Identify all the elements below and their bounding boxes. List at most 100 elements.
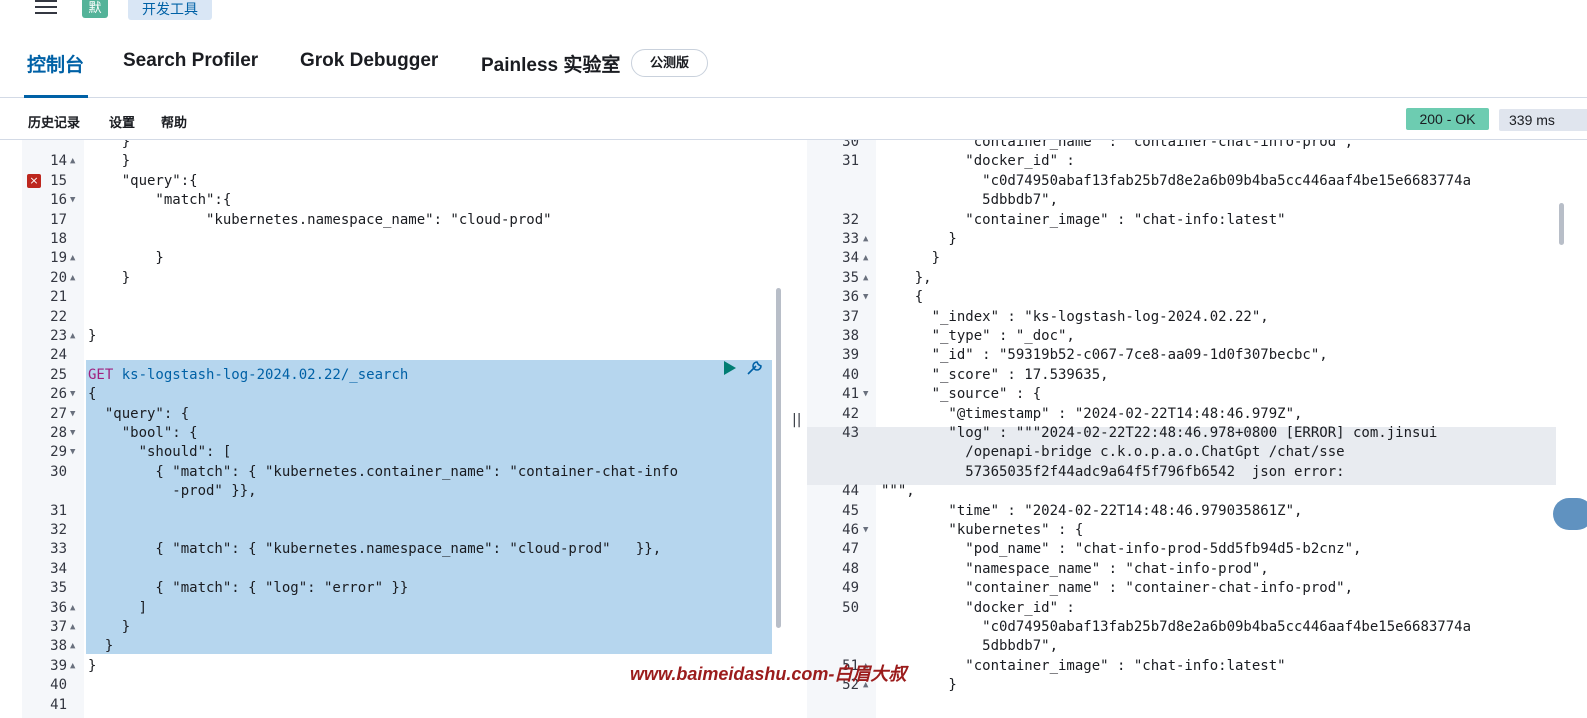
response-scrollbar[interactable] bbox=[1559, 203, 1564, 245]
line-number: 31 bbox=[842, 153, 859, 170]
space-avatar[interactable]: 默 bbox=[82, 0, 108, 18]
code-line: "query":{ bbox=[88, 172, 198, 189]
request-scrollbar[interactable] bbox=[776, 288, 781, 628]
response-viewer[interactable]: 30 "container_name" : "container-chat-in… bbox=[807, 140, 1587, 718]
tab-grok-debugger[interactable]: Grok Debugger bbox=[300, 50, 438, 72]
line-number: 38 bbox=[50, 638, 67, 655]
code-line: GET ks-logstash-log-2024.02.22/_search bbox=[88, 366, 408, 385]
code-line: "container_name" : "container-chat-info-… bbox=[881, 580, 1354, 597]
fold-toggle-icon[interactable]: ▲ bbox=[70, 599, 75, 618]
line-number: 31 bbox=[50, 502, 67, 519]
code-line: "time" : "2024-02-22T14:48:46.979035861Z… bbox=[881, 502, 1303, 519]
line-number: 14 bbox=[50, 153, 67, 170]
console-toolbar: 历史记录 设置 帮助 200 - OK 339 ms bbox=[0, 98, 1587, 140]
line-number bbox=[807, 463, 859, 482]
menu-icon[interactable] bbox=[35, 0, 57, 14]
fold-toggle-icon[interactable]: ▼ bbox=[70, 191, 75, 210]
fold-toggle-icon[interactable]: ▲ bbox=[863, 230, 868, 249]
code-line: } bbox=[88, 328, 97, 344]
line-number bbox=[807, 191, 859, 210]
code-line: } bbox=[88, 269, 131, 286]
help-button[interactable]: 帮助 bbox=[161, 112, 187, 131]
tab-search-profiler[interactable]: Search Profiler bbox=[123, 50, 258, 72]
http-method: GET bbox=[88, 366, 122, 383]
request-editor[interactable]: } 14 ▲ } 15 × "query":{16 ▼ "match":{17 "kube… bbox=[22, 140, 782, 718]
code-line: "_source" : { bbox=[881, 386, 1042, 403]
line-number: 17 bbox=[50, 211, 67, 228]
line-number: 39 bbox=[50, 657, 67, 674]
line-number bbox=[807, 443, 859, 462]
code-line: "c0d74950abaf13fab25b7d8e2a6b09b4ba5cc44… bbox=[881, 172, 1472, 189]
code-line: 5dbbdb7", bbox=[881, 192, 1059, 209]
line-number: 26 bbox=[50, 386, 67, 403]
code-line: "bool": { bbox=[88, 425, 198, 441]
line-number: 22 bbox=[50, 308, 67, 325]
fold-toggle-icon[interactable]: ▲ bbox=[863, 269, 868, 288]
code-line: /openapi-bridge c.k.o.p.a.o.ChatGpt /cha… bbox=[881, 444, 1345, 461]
line-number: 47 bbox=[842, 541, 859, 558]
line-number: 41 bbox=[50, 696, 67, 713]
wrench-icon[interactable] bbox=[745, 359, 765, 377]
fold-toggle-icon[interactable]: ▼ bbox=[863, 521, 868, 540]
watermark-text: www.baimeidashu.com-白眉大叔 bbox=[630, 664, 907, 684]
fold-toggle-icon[interactable]: ▲ bbox=[863, 249, 868, 268]
line-number: 35 bbox=[842, 269, 859, 286]
line-number: 33 bbox=[50, 541, 67, 558]
line-number: 23 bbox=[50, 328, 67, 344]
settings-button[interactable]: 设置 bbox=[109, 112, 135, 131]
code-line: } bbox=[88, 153, 131, 170]
code-line: } bbox=[881, 231, 957, 247]
top-header: 默 开发工具 bbox=[0, 0, 1587, 22]
error-icon[interactable]: × bbox=[27, 174, 41, 189]
code-line: "match":{ bbox=[88, 192, 232, 209]
fold-toggle-icon[interactable]: ▲ bbox=[70, 152, 75, 171]
fold-toggle-icon[interactable]: ▼ bbox=[70, 424, 75, 443]
code-line: "docker_id" : bbox=[881, 599, 1075, 616]
line-number bbox=[22, 482, 67, 501]
help-fab-button[interactable] bbox=[1553, 498, 1587, 530]
code-line: }, bbox=[881, 269, 932, 286]
line-number: 36 bbox=[842, 289, 859, 306]
line-number: 35 bbox=[50, 580, 67, 597]
line-number: 16 bbox=[50, 192, 67, 209]
code-line: "container_image" : "chat-info:latest" bbox=[881, 657, 1286, 674]
code-line: { bbox=[88, 386, 97, 403]
line-number: 39 bbox=[842, 347, 859, 364]
line-number bbox=[807, 172, 859, 191]
code-line: 57365035f2f44adc9a64f5f796fb6542 json er… bbox=[881, 463, 1345, 480]
fold-toggle-icon[interactable]: ▼ bbox=[70, 385, 75, 404]
code-line: } bbox=[88, 250, 164, 267]
line-number: 42 bbox=[842, 405, 859, 422]
code-line: "_score" : 17.539635, bbox=[881, 366, 1109, 383]
code-line: } bbox=[881, 250, 941, 267]
fold-toggle-icon[interactable]: ▼ bbox=[70, 405, 75, 424]
line-number bbox=[807, 637, 859, 656]
code-line: "namespace_name" : "chat-info-prod", bbox=[881, 560, 1269, 577]
code-line: { "match": { "log": "error" }} bbox=[88, 580, 409, 597]
line-number: 40 bbox=[842, 366, 859, 383]
line-number: 45 bbox=[842, 502, 859, 519]
pane-resize-handle[interactable]: || bbox=[792, 412, 801, 428]
fold-toggle-icon[interactable]: ▲ bbox=[70, 657, 75, 676]
fold-toggle-icon[interactable]: ▲ bbox=[70, 637, 75, 656]
code-line: "should": [ bbox=[88, 444, 232, 461]
code-line: "log" : """2024-02-22T22:48:46.978+0800 … bbox=[881, 425, 1438, 441]
line-number bbox=[22, 140, 67, 152]
fold-toggle-icon[interactable]: ▼ bbox=[70, 443, 75, 462]
fold-toggle-icon[interactable]: ▲ bbox=[70, 327, 75, 346]
line-number: 48 bbox=[842, 560, 859, 577]
code-line: { bbox=[881, 289, 924, 306]
code-line: "_index" : "ks-logstash-log-2024.02.22", bbox=[881, 308, 1269, 325]
line-number: 49 bbox=[842, 580, 859, 597]
fold-toggle-icon[interactable]: ▲ bbox=[70, 269, 75, 288]
fold-toggle-icon[interactable]: ▼ bbox=[863, 385, 868, 404]
line-number: 50 bbox=[842, 599, 859, 616]
fold-toggle-icon[interactable]: ▲ bbox=[70, 249, 75, 268]
run-request-icon[interactable] bbox=[724, 361, 736, 375]
tab-painless-lab[interactable]: Painless 实验室 bbox=[481, 50, 620, 77]
tab-console[interactable]: 控制台 bbox=[27, 50, 84, 77]
history-button[interactable]: 历史记录 bbox=[28, 112, 80, 131]
fold-toggle-icon[interactable]: ▼ bbox=[863, 288, 868, 307]
fold-toggle-icon[interactable]: ▲ bbox=[70, 618, 75, 637]
breadcrumb-dev-tools[interactable]: 开发工具 bbox=[128, 0, 212, 20]
